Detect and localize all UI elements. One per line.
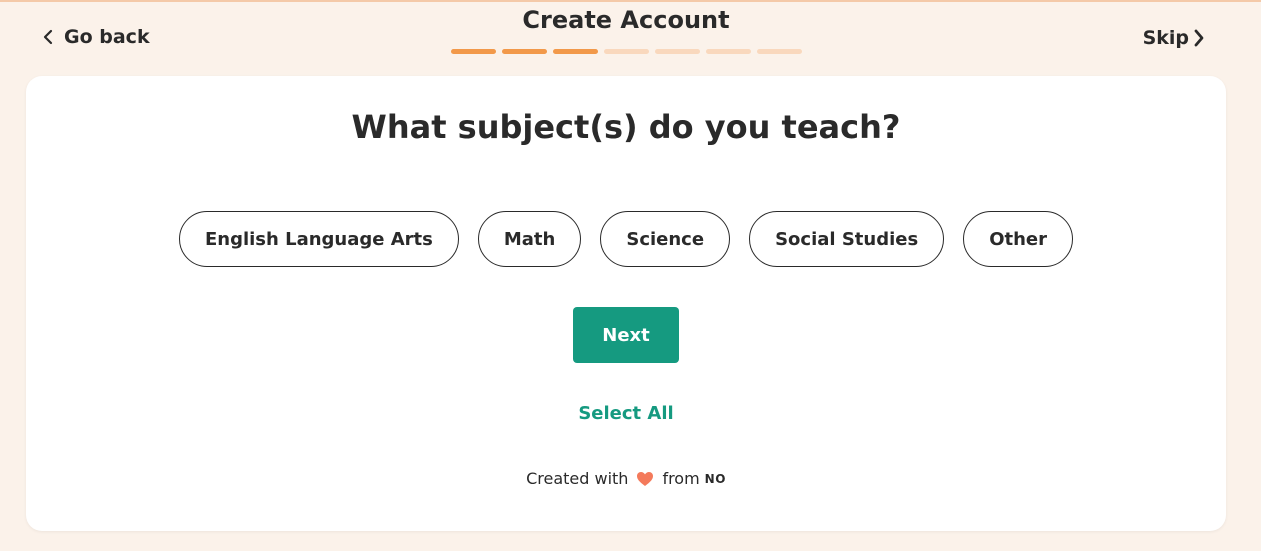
- progress-step-5: [655, 49, 700, 54]
- progress-step-7: [757, 49, 802, 54]
- subject-chip-social-studies[interactable]: Social Studies: [749, 211, 945, 267]
- progress-step-4: [604, 49, 649, 54]
- skip-button[interactable]: Skip: [1143, 27, 1205, 49]
- subject-options: English Language Arts Math Science Socia…: [26, 211, 1226, 267]
- skip-label: Skip: [1142, 27, 1189, 49]
- subject-chip-english-language-arts[interactable]: English Language Arts: [178, 211, 459, 267]
- footer-from: from: [662, 469, 700, 488]
- progress-step-3: [553, 49, 598, 54]
- subject-chip-other[interactable]: Other: [963, 211, 1074, 267]
- progress-step-6: [706, 49, 751, 54]
- subject-card: What subject(s) do you teach? English La…: [26, 76, 1226, 531]
- question-heading: What subject(s) do you teach?: [351, 108, 901, 146]
- progress-bar: [451, 49, 802, 54]
- progress-step-1: [451, 49, 496, 54]
- header: Go back Create Account Skip: [0, 0, 1261, 76]
- chevron-right-icon: [1194, 29, 1204, 47]
- page-title: Create Account: [522, 6, 730, 34]
- subject-chip-science[interactable]: Science: [600, 211, 731, 267]
- footer-created-with: Created with: [526, 469, 629, 488]
- heart-icon: [636, 471, 654, 487]
- next-button[interactable]: Next: [573, 307, 679, 363]
- subject-chip-math[interactable]: Math: [477, 211, 582, 267]
- progress-step-2: [502, 49, 547, 54]
- footer: Created with from NO: [26, 469, 1226, 488]
- footer-brand: NO: [704, 471, 726, 486]
- select-all-link[interactable]: Select All: [26, 403, 1226, 424]
